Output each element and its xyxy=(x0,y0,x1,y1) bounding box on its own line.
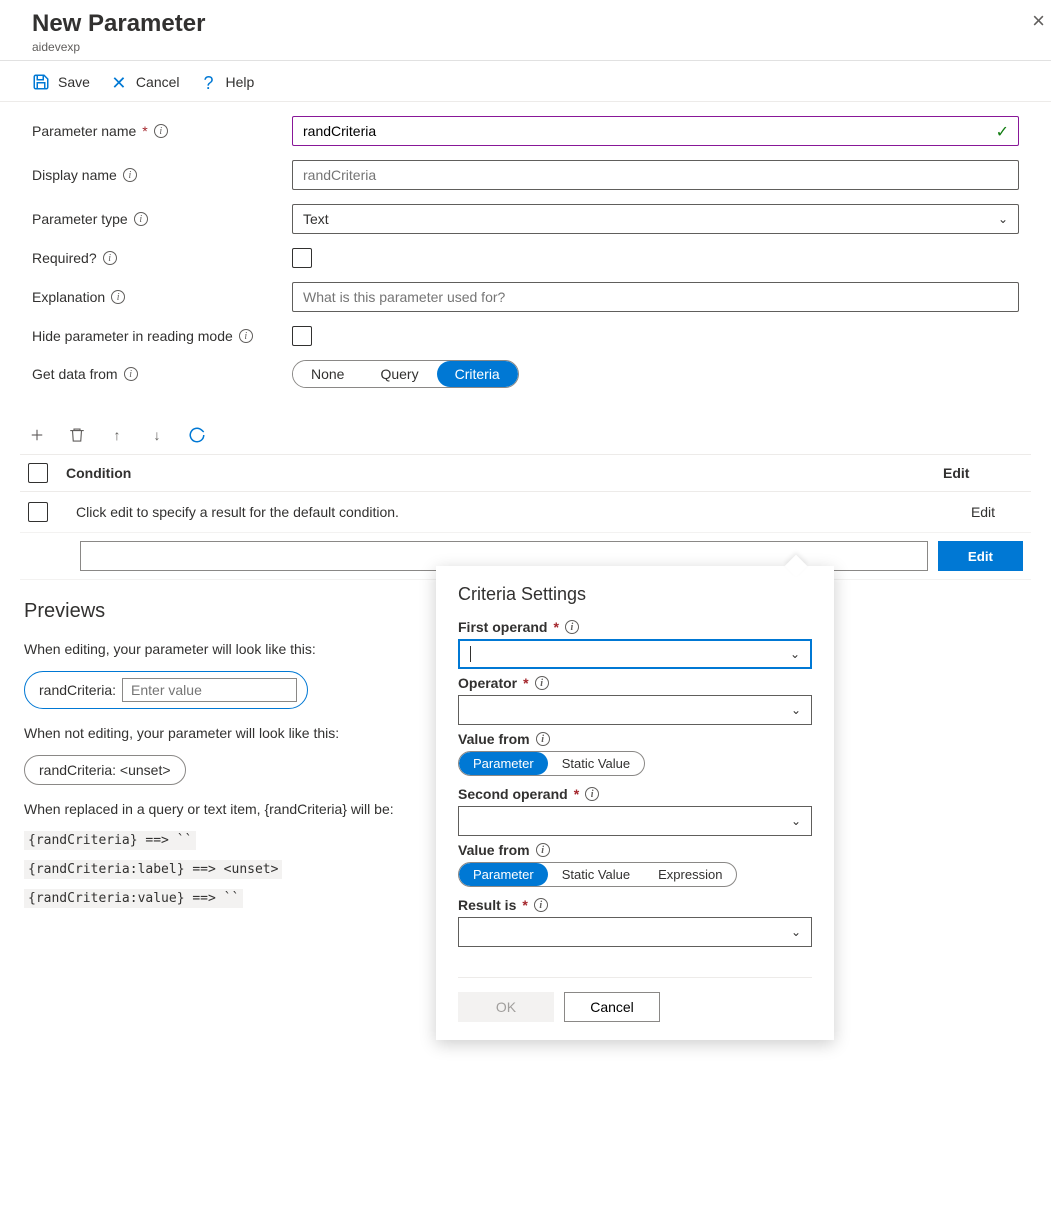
explanation-input[interactable] xyxy=(292,282,1019,312)
select-all-checkbox[interactable] xyxy=(28,463,48,483)
move-up-icon[interactable]: ↑ xyxy=(108,426,126,444)
seg-none[interactable]: None xyxy=(293,361,362,387)
display-name-label: Display namei xyxy=(32,167,292,183)
parameter-form: Parameter name*i ✓ Display namei Paramet… xyxy=(0,102,1051,416)
move-down-icon[interactable]: ↓ xyxy=(148,426,166,444)
preview-pill-label: randCriteria: xyxy=(39,682,116,698)
first-operand-label: First operand*i xyxy=(458,619,812,635)
info-icon[interactable]: i xyxy=(585,787,599,801)
default-condition-text: Click edit to specify a result for the d… xyxy=(76,504,943,520)
required-checkbox[interactable] xyxy=(292,248,312,268)
data-source-toggle: None Query Criteria xyxy=(292,360,519,388)
criteria-header-row: Condition Edit xyxy=(20,454,1031,492)
preview-readonly-pill: randCriteria: <unset> xyxy=(24,755,186,785)
info-icon[interactable]: i xyxy=(111,290,125,304)
param-name-input[interactable] xyxy=(292,116,1019,146)
param-type-label: Parameter typei xyxy=(32,211,292,227)
value-from-1-toggle: Parameter Static Value xyxy=(458,751,645,776)
result-is-select[interactable]: ⌄ xyxy=(458,917,812,947)
popup-title: Criteria Settings xyxy=(458,584,812,605)
vf1-static[interactable]: Static Value xyxy=(548,752,644,775)
workspace-name: aidevexp xyxy=(32,40,1019,54)
hide-checkbox[interactable] xyxy=(292,326,312,346)
preview-token-3: {randCriteria:value} ==> `` xyxy=(24,889,243,908)
preview-token-1: {randCriteria} ==> `` xyxy=(24,831,196,850)
seg-criteria[interactable]: Criteria xyxy=(437,361,518,387)
explanation-label: Explanationi xyxy=(32,289,292,305)
preview-pill-input[interactable] xyxy=(122,678,297,702)
delete-icon[interactable] xyxy=(68,426,86,444)
chevron-down-icon: ⌄ xyxy=(791,925,801,939)
required-label: Required?i xyxy=(32,250,292,266)
info-icon[interactable]: i xyxy=(239,329,253,343)
help-button[interactable]: ? Help xyxy=(200,73,255,91)
operator-select[interactable]: ⌄ xyxy=(458,695,812,725)
criteria-toolbar: ↑ ↓ xyxy=(20,416,1051,454)
info-icon[interactable]: i xyxy=(103,251,117,265)
info-icon[interactable]: i xyxy=(123,168,137,182)
info-icon[interactable]: i xyxy=(565,620,579,634)
info-icon[interactable]: i xyxy=(536,732,550,746)
valid-icon: ✓ xyxy=(996,122,1009,142)
chevron-down-icon: ⌄ xyxy=(791,814,801,828)
hide-label: Hide parameter in reading modei xyxy=(32,328,292,344)
popup-footer: OK Cancel xyxy=(458,977,812,1022)
row-checkbox[interactable] xyxy=(28,502,48,522)
param-type-select[interactable]: Text⌄ xyxy=(292,204,1019,234)
info-icon[interactable]: i xyxy=(536,843,550,857)
cancel-button[interactable]: ✕ Cancel xyxy=(110,73,180,91)
chevron-down-icon: ⌄ xyxy=(790,647,800,661)
info-icon[interactable]: i xyxy=(134,212,148,226)
info-icon[interactable]: i xyxy=(124,367,138,381)
display-name-input[interactable] xyxy=(292,160,1019,190)
criteria-settings-popup: Criteria Settings First operand*i ⌄ Oper… xyxy=(436,566,834,1040)
get-data-label: Get data fromi xyxy=(32,366,292,382)
vf2-parameter[interactable]: Parameter xyxy=(459,863,548,886)
chevron-down-icon: ⌄ xyxy=(998,212,1008,226)
dialog-header: × New Parameter aidevexp xyxy=(0,0,1051,61)
dialog-title: New Parameter xyxy=(32,10,1019,38)
info-icon[interactable]: i xyxy=(535,676,549,690)
value-from-2-toggle: Parameter Static Value Expression xyxy=(458,862,737,887)
info-icon[interactable]: i xyxy=(154,124,168,138)
param-name-label: Parameter name*i xyxy=(32,123,292,139)
save-button[interactable]: Save xyxy=(32,73,90,91)
value-from-1-label: Value fromi xyxy=(458,731,812,747)
edit-button[interactable]: Edit xyxy=(938,541,1023,571)
vf2-expression[interactable]: Expression xyxy=(644,863,736,886)
info-icon[interactable]: i xyxy=(534,898,548,912)
value-from-2-label: Value fromi xyxy=(458,842,812,858)
add-icon[interactable] xyxy=(28,426,46,444)
operator-label: Operator*i xyxy=(458,675,812,691)
cancel-popup-button[interactable]: Cancel xyxy=(564,992,660,1022)
help-icon: ? xyxy=(200,73,218,91)
second-operand-select[interactable]: ⌄ xyxy=(458,806,812,836)
vf1-parameter[interactable]: Parameter xyxy=(459,752,548,775)
chevron-down-icon: ⌄ xyxy=(791,703,801,717)
refresh-icon[interactable] xyxy=(188,426,206,444)
first-operand-select[interactable]: ⌄ xyxy=(458,639,812,669)
command-bar: Save ✕ Cancel ? Help xyxy=(0,61,1051,102)
second-operand-label: Second operand*i xyxy=(458,786,812,802)
criteria-table: Condition Edit Click edit to specify a r… xyxy=(20,454,1031,580)
preview-editing-pill: randCriteria: xyxy=(24,671,308,709)
ok-button: OK xyxy=(458,992,554,1022)
save-icon xyxy=(32,73,50,91)
preview-token-2: {randCriteria:label} ==> <unset> xyxy=(24,860,282,879)
edit-header: Edit xyxy=(943,465,1023,481)
condition-header: Condition xyxy=(66,465,943,481)
vf2-static[interactable]: Static Value xyxy=(548,863,644,886)
seg-query[interactable]: Query xyxy=(362,361,436,387)
edit-link[interactable]: Edit xyxy=(943,504,1023,520)
criteria-default-row: Click edit to specify a result for the d… xyxy=(20,492,1031,533)
cancel-icon: ✕ xyxy=(110,73,128,91)
close-icon[interactable]: × xyxy=(1032,8,1045,34)
result-is-label: Result is*i xyxy=(458,897,812,913)
